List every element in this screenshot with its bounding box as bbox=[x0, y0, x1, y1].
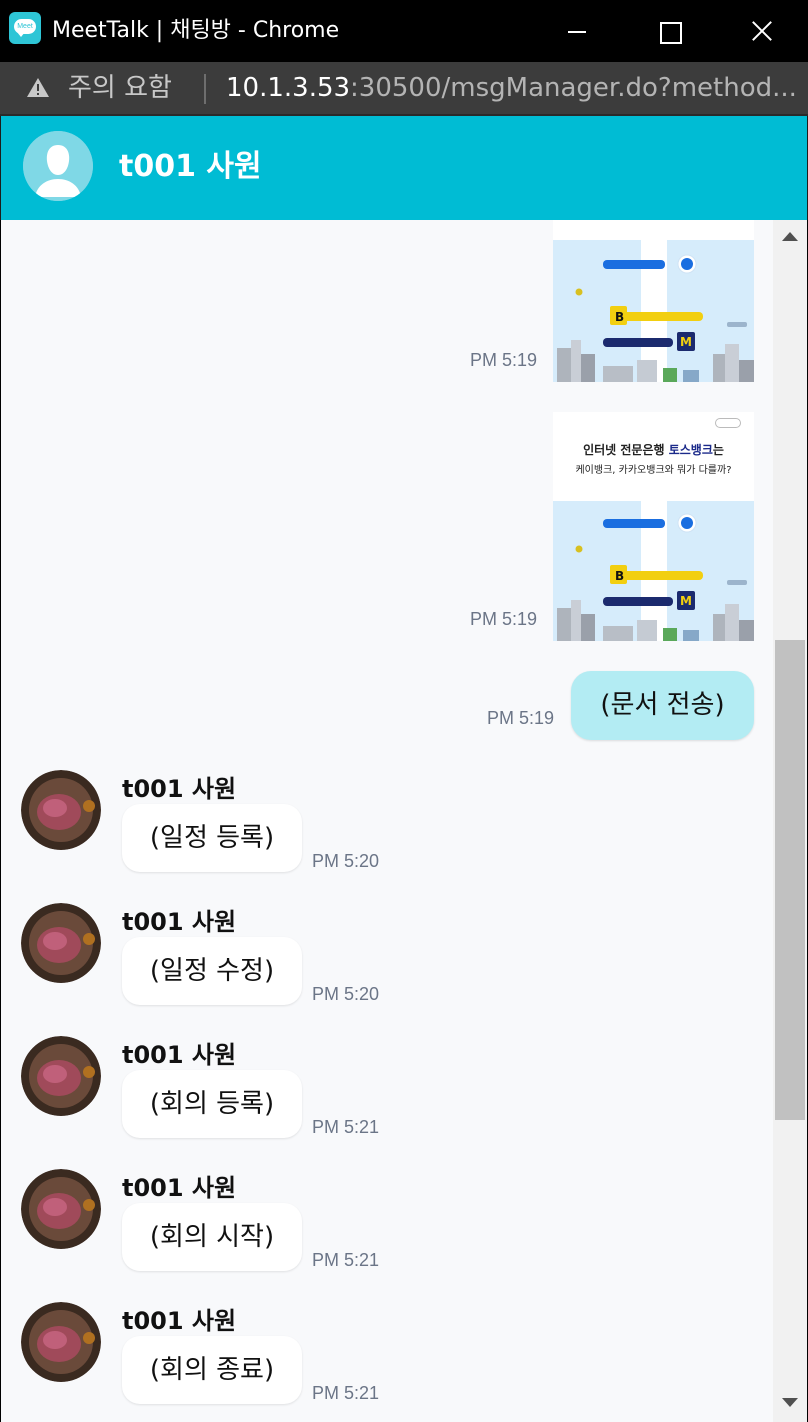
close-button[interactable] bbox=[738, 10, 784, 52]
message-time: PM 5:21 bbox=[312, 1250, 380, 1270]
sent-image-message[interactable]: B M bbox=[553, 220, 754, 382]
received-message: t001 사원 (회의 종료) PM 5:21 bbox=[1, 1302, 501, 1422]
chat-header: t001 사원 bbox=[0, 116, 808, 220]
message-time: PM 5:20 bbox=[312, 984, 380, 1004]
security-warning-label[interactable]: 주의 요함 bbox=[68, 72, 172, 104]
received-message-bubble[interactable]: (일정 수정) bbox=[122, 937, 302, 1005]
sender-name: t001 사원 bbox=[122, 1307, 237, 1335]
sender-avatar[interactable] bbox=[21, 903, 101, 983]
received-message-bubble[interactable]: (회의 시작) bbox=[122, 1203, 302, 1271]
message-time: PM 5:21 bbox=[312, 1117, 380, 1137]
svg-text:B: B bbox=[615, 569, 624, 583]
message-time: PM 5:19 bbox=[470, 609, 538, 629]
window-title: MeetTalk | 채팅방 - Chrome bbox=[52, 18, 340, 43]
sender-avatar[interactable] bbox=[21, 1169, 101, 1249]
received-message-bubble[interactable]: (회의 종료) bbox=[122, 1336, 302, 1404]
received-message: t001 사원 (회의 시작) PM 5:21 bbox=[1, 1169, 501, 1293]
meettalk-app-icon: Meet bbox=[9, 12, 41, 44]
received-message-bubble[interactable]: (회의 등록) bbox=[122, 1070, 302, 1138]
svg-text:B: B bbox=[615, 310, 624, 324]
message-time: PM 5:20 bbox=[312, 851, 380, 871]
sender-name: t001 사원 bbox=[122, 775, 237, 803]
svg-text:M: M bbox=[680, 335, 692, 349]
chat-scrollbar[interactable] bbox=[773, 220, 807, 1422]
sender-avatar[interactable] bbox=[21, 770, 101, 850]
sender-avatar[interactable] bbox=[21, 1302, 101, 1382]
default-user-avatar-icon[interactable] bbox=[23, 131, 93, 201]
banner-headline: 인터넷 전문은행 토스뱅크는 bbox=[583, 443, 724, 457]
address-separator bbox=[204, 74, 206, 104]
banner-subline: 케이뱅크, 카카오뱅크와 뭐가 다를까? bbox=[575, 465, 732, 476]
warning-triangle-icon[interactable] bbox=[26, 76, 50, 100]
sender-name: t001 사원 bbox=[122, 1041, 237, 1069]
image-banner: 인터넷 전문은행 토스뱅크는 케이뱅크, 카카오뱅크와 뭐가 다를까? bbox=[553, 412, 754, 501]
message-time: PM 5:19 bbox=[470, 350, 538, 370]
sent-message-bubble[interactable]: (문서 전송) bbox=[571, 671, 754, 740]
window-titlebar: Meet MeetTalk | 채팅방 - Chrome bbox=[0, 0, 808, 62]
scrollbar-thumb[interactable] bbox=[775, 640, 805, 1120]
minimize-button[interactable] bbox=[554, 10, 600, 52]
sender-name: t001 사원 bbox=[122, 1174, 237, 1202]
banner-tag bbox=[715, 418, 741, 428]
url-path: :30500/msgManager.do?method... bbox=[350, 73, 797, 103]
received-message: t001 사원 (회의 등록) PM 5:21 bbox=[1, 1036, 501, 1160]
sent-image-message[interactable]: B M 인터넷 전문은행 토스뱅크는 케이뱅크, 카카오뱅크와 뭐가 다를까? bbox=[553, 412, 754, 641]
message-time: PM 5:19 bbox=[487, 708, 555, 728]
received-message-bubble[interactable]: (일정 등록) bbox=[122, 804, 302, 872]
sender-avatar[interactable] bbox=[21, 1036, 101, 1116]
address-bar[interactable]: 주의 요함 10.1.3.53:30500/msgManager.do?meth… bbox=[0, 62, 808, 116]
scroll-down-arrow-icon[interactable] bbox=[782, 1398, 798, 1407]
url-text[interactable]: 10.1.3.53:30500/msgManager.do?method... bbox=[226, 72, 797, 104]
received-message: t001 사원 (일정 수정) PM 5:20 bbox=[1, 903, 501, 1027]
received-message: t001 사원 (일정 등록) PM 5:20 bbox=[1, 770, 501, 894]
chat-title: t001 사원 bbox=[119, 149, 262, 184]
message-time: PM 5:21 bbox=[312, 1383, 380, 1403]
sender-name: t001 사원 bbox=[122, 908, 237, 936]
svg-text:M: M bbox=[680, 594, 692, 608]
scroll-up-arrow-icon[interactable] bbox=[782, 232, 798, 241]
maximize-button[interactable] bbox=[646, 10, 692, 52]
url-host: 10.1.3.53 bbox=[226, 73, 351, 103]
chat-message-list[interactable]: B M PM 5:19 B M 인터넷 전문은행 토스뱅크는 케이뱅크, 카카오… bbox=[1, 220, 807, 1422]
